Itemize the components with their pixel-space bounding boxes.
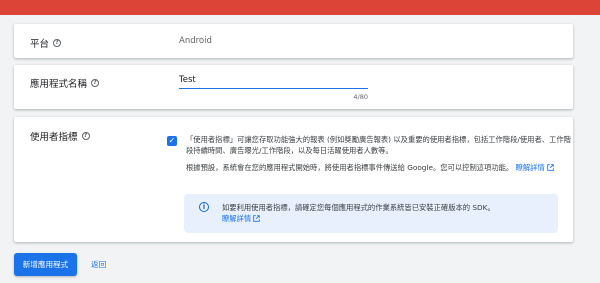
info-box: i 如要利用使用者指標，請確定您每個應用程式的作業系統皆已安裝正確版本的 SDK… <box>184 194 558 233</box>
back-link[interactable]: 返回 <box>91 259 106 270</box>
platform-card: 平台 ? Android <box>14 24 573 58</box>
external-link-icon <box>253 215 260 222</box>
top-bar <box>0 0 600 15</box>
info-text: 如要利用使用者指標，請確定您每個應用程式的作業系統皆已安裝正確版本的 SDK。 <box>222 203 495 212</box>
info-text-block: 如要利用使用者指標，請確定您每個應用程式的作業系統皆已安裝正確版本的 SDK。 … <box>222 202 552 224</box>
help-icon[interactable]: ? <box>91 79 100 87</box>
platform-value: Android <box>179 36 212 46</box>
app-name-label: 應用程式名稱 <box>30 79 88 90</box>
help-icon[interactable]: ? <box>53 39 62 47</box>
user-metrics-label: 使用者指標 <box>30 132 78 143</box>
default-note: 根據預設，系統會在您的應用程式開始時，將使用者指標事件傳送給 Google。您可… <box>186 162 571 173</box>
platform-label-row: 平台 ? <box>30 36 62 50</box>
app-name-label-row: 應用程式名稱 ? <box>30 76 100 90</box>
character-counter: 4/80 <box>353 93 368 101</box>
help-icon[interactable]: ? <box>81 132 90 140</box>
learn-more-label: 瞭解詳情 <box>515 163 545 172</box>
default-note-text: 根據預設，系統會在您的應用程式開始時，將使用者指標事件傳送給 Google。您可… <box>186 163 514 172</box>
learn-more-link[interactable]: 瞭解詳情 <box>516 163 554 172</box>
info-learn-more-link[interactable]: 瞭解詳情 <box>222 214 260 223</box>
info-learn-more-label: 瞭解詳情 <box>222 214 252 223</box>
user-metrics-checkbox[interactable]: ✓ <box>167 136 177 146</box>
external-link-icon <box>547 164 554 171</box>
info-icon: i <box>199 202 209 212</box>
add-app-button[interactable]: 新增應用程式 <box>14 253 77 276</box>
user-metrics-label-row: 使用者指標 ? <box>30 129 90 143</box>
user-metrics-card: 使用者指標 ? ✓ 「使用者指標」可讓您存取功能強大的報表 (例如獎勵廣告報表)… <box>14 117 573 242</box>
app-name-input[interactable] <box>179 73 368 89</box>
app-name-card: 應用程式名稱 ? 4/80 <box>14 65 573 109</box>
user-metrics-description: 「使用者指標」可讓您存取功能強大的報表 (例如獎勵廣告報表) 以及重要的使用者指… <box>186 135 571 155</box>
platform-label: 平台 <box>30 39 50 50</box>
